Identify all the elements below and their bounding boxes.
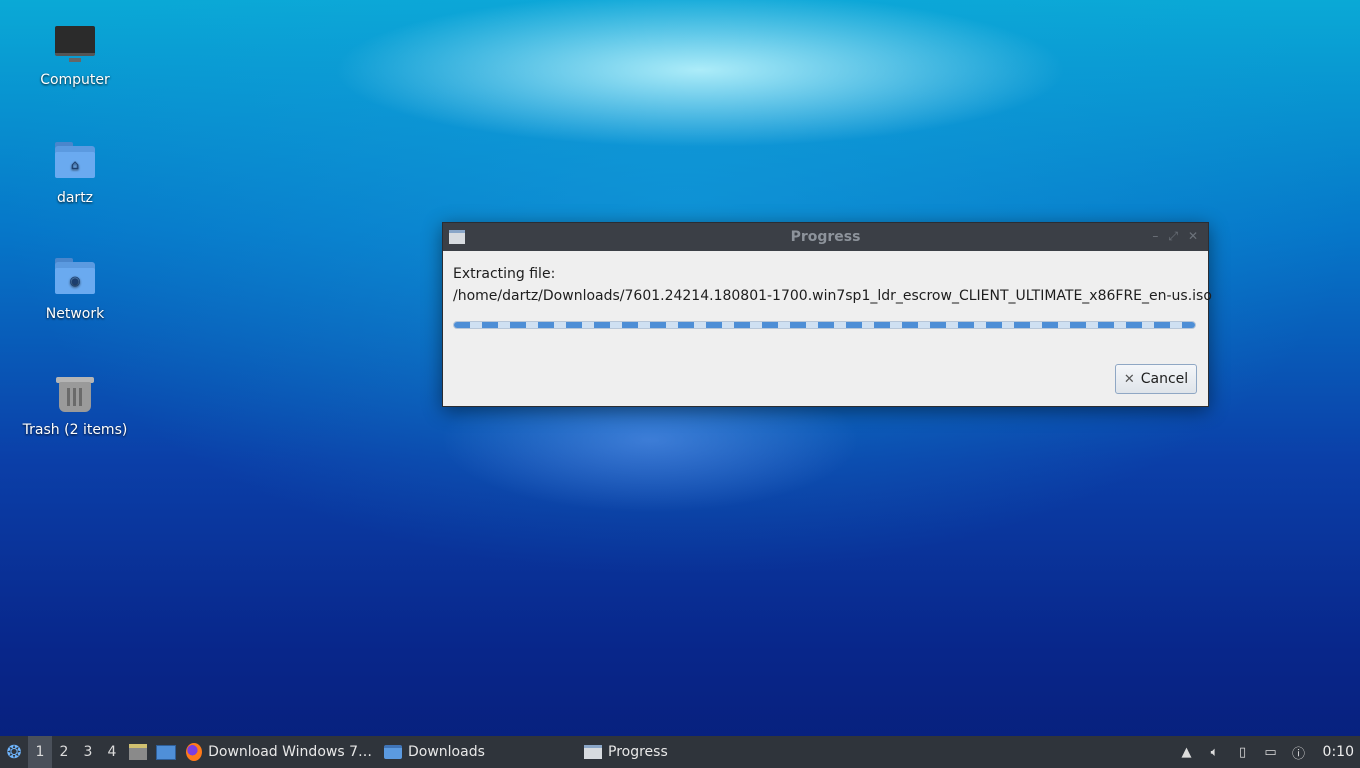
eject-icon[interactable]: ▲ bbox=[1177, 742, 1197, 762]
dialog-file-path: /home/dartz/Downloads/7601.24214.180801-… bbox=[453, 288, 1212, 304]
close-button[interactable]: ✕ bbox=[1188, 229, 1198, 244]
cancel-button-label: Cancel bbox=[1140, 371, 1189, 387]
file-manager-launcher[interactable] bbox=[124, 736, 152, 768]
dialog-titlebar[interactable]: Progress – ⤢ ✕ bbox=[443, 223, 1208, 251]
dialog-message: Extracting file: bbox=[453, 266, 556, 282]
file-manager-icon bbox=[129, 744, 147, 760]
network-folder-icon: ◉ bbox=[53, 256, 97, 300]
progress-bar bbox=[453, 321, 1196, 329]
network-icon[interactable]: ▭ bbox=[1261, 742, 1281, 762]
desktop-icon-label: dartz bbox=[56, 190, 94, 206]
desktop-icon-trash[interactable]: Trash (2 items) bbox=[15, 372, 135, 438]
firefox-icon bbox=[186, 743, 203, 761]
minimize-button[interactable]: – bbox=[1152, 229, 1158, 244]
volume-icon[interactable]: 🔈︎ bbox=[1205, 742, 1225, 762]
desktop-icon-label: Network bbox=[45, 306, 105, 322]
trash-icon bbox=[53, 372, 97, 416]
task-progress[interactable]: Progress bbox=[578, 736, 778, 768]
workspace-3[interactable]: 3 bbox=[76, 736, 100, 768]
home-folder-icon: ⌂ bbox=[53, 140, 97, 184]
close-icon: ✕ bbox=[1123, 371, 1135, 387]
taskbar: ❂ 1 2 3 4 Download Windows 7… Downloads … bbox=[0, 736, 1360, 768]
start-menu-button[interactable]: ❂ bbox=[0, 736, 28, 768]
clock[interactable]: 0:10 bbox=[1323, 744, 1354, 760]
task-downloads[interactable]: Downloads bbox=[378, 736, 578, 768]
cancel-button[interactable]: ✕ Cancel bbox=[1115, 364, 1197, 394]
desktop-icon-label: Trash (2 items) bbox=[22, 422, 128, 438]
workspace-2[interactable]: 2 bbox=[52, 736, 76, 768]
desktop-icon-label: Computer bbox=[40, 72, 110, 88]
show-desktop-button[interactable] bbox=[152, 736, 180, 768]
window-icon bbox=[584, 745, 602, 759]
window-icon bbox=[449, 230, 465, 244]
maximize-button[interactable]: ⤢ bbox=[1168, 229, 1178, 244]
progress-dialog: Progress – ⤢ ✕ Extracting file: /home/da… bbox=[442, 222, 1212, 407]
task-label: Downloads bbox=[408, 744, 485, 760]
show-desktop-icon bbox=[156, 744, 176, 760]
notification-icon[interactable]: ⓘ bbox=[1289, 742, 1309, 762]
task-label: Download Windows 7… bbox=[208, 744, 372, 760]
task-label: Progress bbox=[608, 744, 668, 760]
desktop-icon-home[interactable]: ⌂ dartz bbox=[15, 140, 135, 206]
progress-bar-fill bbox=[454, 322, 1195, 328]
desktop-icon-computer[interactable]: Computer bbox=[15, 22, 135, 88]
lubuntu-logo-icon: ❂ bbox=[6, 741, 22, 763]
folder-icon bbox=[384, 745, 402, 759]
task-firefox[interactable]: Download Windows 7… bbox=[180, 736, 378, 768]
clipboard-icon[interactable]: ▯ bbox=[1233, 742, 1253, 762]
computer-icon bbox=[53, 22, 97, 66]
system-tray: ▲ 🔈︎ ▯ ▭ ⓘ 0:10 bbox=[1177, 736, 1360, 768]
workspace-1[interactable]: 1 bbox=[28, 736, 52, 768]
dialog-title: Progress bbox=[790, 229, 861, 245]
workspace-4[interactable]: 4 bbox=[100, 736, 124, 768]
desktop-icon-network[interactable]: ◉ Network bbox=[15, 256, 135, 322]
